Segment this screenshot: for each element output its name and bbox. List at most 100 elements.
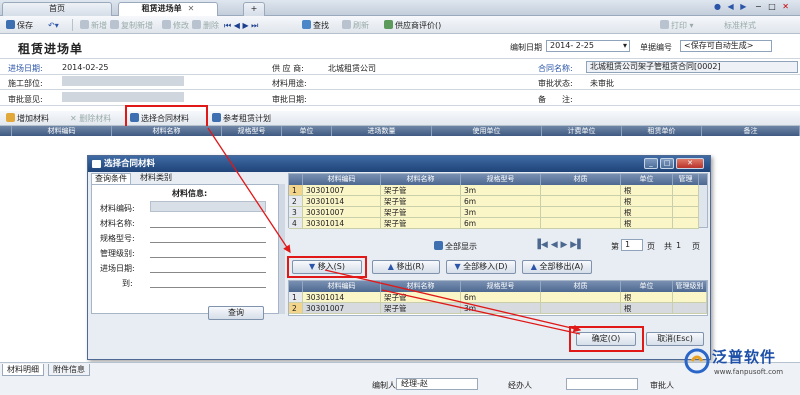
cell-material (541, 292, 621, 303)
total-value: 1 (676, 241, 682, 250)
entry-date-value[interactable]: 2014-02-25 (62, 63, 109, 72)
cell-name: 架子管 (381, 196, 461, 207)
page-input[interactable]: 1 (621, 239, 643, 251)
grid-col[interactable]: 使用单位 (432, 126, 542, 136)
splitter[interactable] (279, 184, 285, 314)
table-row[interactable]: 1 30301007 架子管 3m 根 (289, 185, 699, 196)
show-all-button[interactable]: 全部显示 (434, 240, 477, 253)
contract-field[interactable]: 北城租赁公司架子管租赁合同[0002] (586, 61, 798, 73)
nav-buttons[interactable]: ⏮ ◀ ▶ ⏭ (224, 19, 258, 32)
upper-col[interactable]: 管理 (673, 174, 699, 185)
style-button[interactable]: 标准样式 (724, 19, 756, 32)
maximize-icon[interactable]: □ (768, 2, 776, 11)
upper-scrollbar[interactable] (699, 185, 707, 227)
move-all-out-button[interactable]: ▲ 全部移出(A) (522, 260, 592, 274)
print-button[interactable]: 打印 ▾ (660, 19, 694, 32)
handler-label: 经办人 (508, 381, 532, 390)
upper-col[interactable]: 单位 (621, 174, 673, 185)
help-icon[interactable]: ● (714, 2, 721, 11)
chevron-down-icon[interactable]: ▾ (623, 41, 627, 51)
lower-table-header: 材料编码 材料名称 规格型号 材质 单位 管理级别 (289, 281, 707, 292)
construction-unit-field[interactable] (62, 76, 184, 86)
upper-col[interactable]: 规格型号 (461, 174, 541, 185)
grid-col[interactable]: 规格型号 (222, 126, 282, 136)
pager-nav[interactable]: ▐◀ ◀ ▶ ▶▌ (534, 240, 584, 250)
upper-col[interactable]: 材质 (541, 174, 621, 185)
delete-label: 删除 (203, 21, 219, 30)
minimize-icon[interactable]: − (755, 2, 762, 11)
entry-date-from-input[interactable] (150, 272, 266, 273)
footer: 材料明细 附件信息 编制人 经理-赵 经办人 审批人 (0, 362, 800, 395)
table-row[interactable]: 3 30301007 架子管 3m 根 (289, 207, 699, 218)
table-row[interactable]: 2 30301014 架子管 6m 根 (289, 196, 699, 207)
material-name-input[interactable] (150, 227, 266, 228)
grid-col[interactable]: 单位 (282, 126, 332, 136)
tab-attachment[interactable]: 附件信息 (48, 364, 90, 376)
edit-button[interactable]: 修改 (162, 19, 189, 32)
supplier-eval-button[interactable]: 供应商评价() (384, 19, 441, 32)
delete-material-button[interactable]: ✕ 删除材料 (70, 112, 111, 125)
upper-col[interactable]: 材料编码 (303, 174, 381, 185)
chevron-up-icon: ▲ (387, 262, 394, 271)
close-icon[interactable]: ✕ (676, 158, 704, 169)
add-button[interactable]: 新增 (80, 19, 107, 32)
row-no: 2 (289, 303, 303, 314)
forward-icon[interactable]: ▶ (740, 2, 746, 11)
tab-material-detail[interactable]: 材料明细 (2, 364, 44, 376)
tab-rental-entry[interactable]: 租赁进场单 ✕ (118, 2, 218, 16)
upper-col[interactable]: 材料名称 (381, 174, 461, 185)
delete-button[interactable]: 删除 (192, 19, 219, 32)
edit-date-field[interactable]: 2014- 2-25 ▾ (546, 40, 630, 52)
grid-col[interactable]: 备注 (702, 126, 800, 136)
entry-date-to-input[interactable] (150, 287, 266, 288)
tab-home[interactable]: 首页 (2, 2, 112, 16)
move-out-button[interactable]: ▲ 移出(R) (372, 260, 440, 274)
table-row[interactable]: 2 30301007 架子管 3m 根 (289, 303, 707, 314)
material-code-input[interactable] (150, 201, 266, 212)
refresh-button[interactable]: 刷新 (342, 19, 369, 32)
back-icon[interactable]: ◀ (728, 2, 734, 11)
toolbar-divider (72, 19, 73, 31)
save-button[interactable]: 保存 (6, 19, 33, 32)
grid-col[interactable]: 材料编码 (12, 126, 112, 136)
minimize-icon[interactable]: _ (644, 158, 658, 169)
cell-spec: 6m (461, 196, 541, 207)
lower-col[interactable]: 材料名称 (381, 281, 461, 292)
refresh-icon (342, 20, 351, 29)
grid-col[interactable]: 材料名称 (112, 126, 222, 136)
undo-button[interactable]: ↶▾ (48, 19, 59, 32)
lower-col[interactable]: 材料编码 (303, 281, 381, 292)
maximize-icon[interactable]: □ (660, 158, 674, 169)
copy-add-button[interactable]: 复制新增 (110, 19, 153, 32)
query-button[interactable]: 查询 (208, 306, 264, 320)
handler-field[interactable] (566, 378, 638, 390)
table-row[interactable]: 1 30301014 架子管 6m 根 (289, 292, 707, 303)
tab-material-category[interactable]: 材料类别 (137, 173, 175, 183)
lower-col[interactable]: 单位 (621, 281, 673, 292)
lower-col[interactable]: 规格型号 (461, 281, 541, 292)
lower-col[interactable]: 材质 (541, 281, 621, 292)
new-tab-button[interactable]: + (243, 2, 265, 16)
page-title: 租赁进场单 (18, 42, 84, 56)
grid-col[interactable]: 计费单位 (542, 126, 622, 136)
grid-col[interactable]: 进场数量 (332, 126, 432, 136)
supplier-value[interactable]: 北城租赁公司 (328, 63, 376, 74)
table-row[interactable]: 4 30301014 架子管 6m 根 (289, 218, 699, 229)
lower-col[interactable]: 管理级别 (673, 281, 707, 292)
search-button[interactable]: 查找 (302, 19, 329, 32)
mgmt-level-input[interactable] (150, 257, 266, 258)
grid-col[interactable]: 租赁单价 (622, 126, 702, 136)
close-icon[interactable]: ✕ (782, 2, 789, 11)
spec-input[interactable] (150, 242, 266, 243)
close-tab-icon[interactable]: ✕ (188, 4, 195, 13)
approval-opinion-field[interactable] (62, 92, 184, 102)
add-material-button[interactable]: 增加材料 (6, 112, 49, 125)
divider (0, 105, 800, 106)
row-no: 4 (289, 218, 303, 229)
creator-label: 编制人 (372, 381, 396, 390)
doc-no-field[interactable]: <保存可自动生成> (680, 40, 772, 52)
reference-plan-button[interactable]: 参考租赁计划 (212, 112, 271, 125)
creator-field[interactable]: 经理-赵 (396, 378, 478, 390)
move-all-in-button[interactable]: ▼ 全部移入(D) (446, 260, 516, 274)
field-label: 到: (122, 279, 133, 288)
